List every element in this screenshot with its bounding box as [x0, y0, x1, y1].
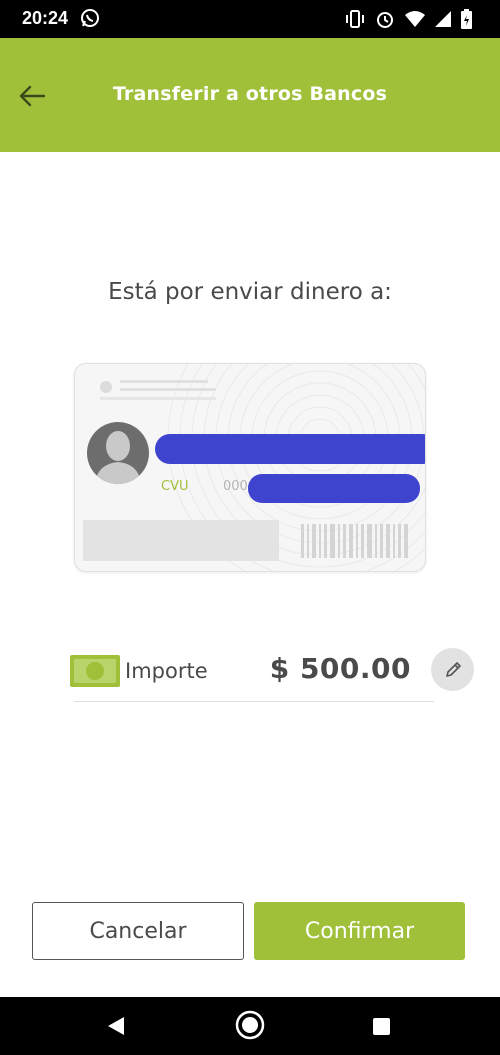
back-triangle-icon[interactable] [104, 1014, 128, 1038]
recents-square-icon[interactable] [373, 1018, 390, 1035]
confirm-button[interactable]: Confirmar [254, 902, 465, 960]
app-bar: Transferir a otros Bancos [0, 38, 500, 152]
avatar [87, 422, 149, 484]
amount-label: Importe [125, 659, 208, 683]
account-number-redacted [248, 474, 420, 503]
card-placeholder-line [120, 388, 216, 391]
amount-value: $ 500.00 [269, 652, 411, 685]
alarm-icon [375, 9, 395, 29]
card-chip-dot [100, 381, 112, 393]
account-type-label: CVU [161, 479, 189, 494]
barcode [301, 524, 409, 558]
vibrate-icon [345, 10, 365, 28]
recipient-name-redacted [155, 434, 425, 464]
cancel-button[interactable]: Cancelar [32, 902, 244, 960]
system-nav-bar [0, 997, 500, 1055]
status-time: 20:24 [22, 8, 69, 28]
wifi-icon [405, 11, 425, 27]
page-title: Transferir a otros Bancos [112, 83, 388, 105]
recipient-card: CVU 000 [74, 363, 426, 572]
battery-icon [461, 9, 472, 29]
account-number: 000 [223, 479, 248, 494]
send-to-label: Está por enviar dinero a: [108, 279, 392, 305]
card-placeholder-line [100, 397, 216, 400]
whatsapp-icon [80, 8, 102, 30]
status-bar: 20:24 [0, 0, 500, 38]
card-placeholder-block [83, 520, 279, 561]
home-circle-icon[interactable] [234, 1009, 266, 1041]
divider [74, 701, 434, 702]
pencil-icon [445, 661, 461, 677]
person-silhouette-icon [95, 431, 141, 484]
edit-amount-button[interactable] [431, 648, 474, 691]
signal-icon [435, 11, 451, 27]
money-icon [70, 655, 120, 687]
card-placeholder-line [120, 380, 208, 383]
status-icons [345, 9, 472, 29]
